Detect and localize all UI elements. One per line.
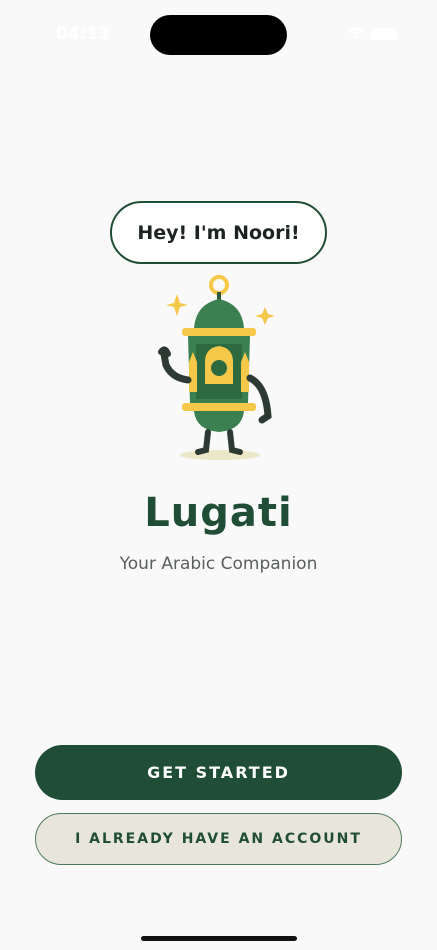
speech-bubble: Hey! I'm Noori! [110,201,327,264]
app-title: Lugati [144,490,293,536]
battery-icon [371,28,397,40]
wifi-icon [348,28,364,39]
get-started-button[interactable]: GET STARTED [35,745,402,800]
status-icons [347,28,397,40]
status-time: 04:13 [56,24,111,44]
lantern-mascot-icon [158,275,275,460]
have-account-button[interactable]: I ALREADY HAVE AN ACCOUNT [35,813,402,865]
home-indicator[interactable] [141,936,297,941]
dynamic-island [150,15,287,55]
app-subtitle: Your Arabic Companion [119,554,318,574]
status-bar: 04:13 [0,0,437,70]
